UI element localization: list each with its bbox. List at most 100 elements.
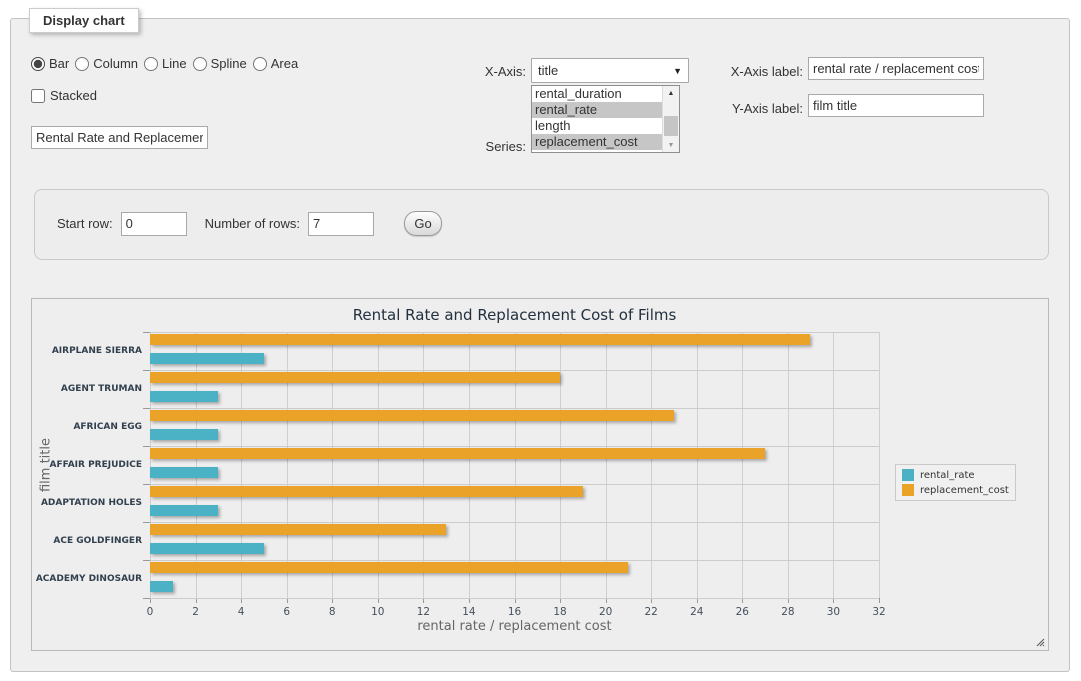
y-axis-tick [143,560,150,561]
x-axis-tick-label: 14 [462,606,475,618]
category-label: AGENT TRUMAN [32,370,142,408]
y-axis-tick [143,522,150,523]
bar-rental_rate-affair-prejudice [150,467,218,478]
x-axis-tick-label: 12 [417,606,430,618]
x-axis-tick-label: 32 [872,606,885,618]
chart-type-radio-line[interactable] [144,57,158,71]
gridline-horizontal [150,560,879,561]
x-axis-tick-label: 10 [371,606,384,618]
x-axis-tick-label: 24 [690,606,703,618]
chart-type-option-spline[interactable]: Spline [193,56,247,71]
stacked-label: Stacked [50,88,97,103]
legend-label: rental_rate [920,470,975,481]
legend-label: replacement_cost [920,485,1009,496]
bar-replacement_cost-agent-truman [150,372,560,383]
legend-item-replacement_cost: replacement_cost [902,484,1009,496]
chart-type-option-column[interactable]: Column [75,56,138,71]
category-label: AIRPLANE SIERRA [32,332,142,370]
y-axis-tick [143,598,150,599]
bar-rental_rate-airplane-sierra [150,353,264,364]
category-label: ADAPTATION HOLES [32,484,142,522]
chart-type-label: Area [271,56,298,71]
chart-type-option-area[interactable]: Area [253,56,298,71]
x-axis-tick-label: 16 [508,606,521,618]
num-rows-input[interactable] [308,212,374,236]
bar-rental_rate-ace-goldfinger [150,543,264,554]
bar-replacement_cost-african-egg [150,410,674,421]
y-axis-tick [143,446,150,447]
x-axis-tick-label: 22 [645,606,658,618]
series-option-replacement_cost[interactable]: replacement_cost [532,134,662,150]
display-chart-fieldset: Display chart BarColumnLineSplineArea St… [10,18,1070,672]
x-axis-tick [879,598,880,603]
chart-type-label: Line [162,56,187,71]
category-label: ACADEMY DINOSAUR [32,560,142,598]
chart-type-option-line[interactable]: Line [144,56,187,71]
y-axis-tick [143,370,150,371]
legend-swatch-replacement_cost [902,484,914,496]
legend-item-rental_rate: rental_rate [902,469,1009,481]
bar-rental_rate-adaptation-holes [150,505,218,516]
y-axis-label-input[interactable] [808,94,984,117]
gridline-vertical [560,332,561,598]
scroll-down-icon[interactable]: ▼ [663,138,679,152]
x-axis-tick-label: 20 [599,606,612,618]
start-row-input[interactable] [121,212,187,236]
series-scrollbar[interactable]: ▲ ▼ [662,86,679,152]
chart-type-option-bar[interactable]: Bar [31,56,69,71]
series-list-label: Series: [441,139,526,154]
gridline-horizontal [150,332,879,333]
gridline-horizontal [150,522,879,523]
gridline-horizontal [150,446,879,447]
category-label: AFRICAN EGG [32,408,142,446]
chart-type-radio-spline[interactable] [193,57,207,71]
fieldset-legend: Display chart [29,8,139,33]
gridline-vertical [833,332,834,598]
x-axis-tick-label: 26 [736,606,749,618]
y-axis-tick [143,408,150,409]
chart-title-input[interactable] [31,126,208,149]
chart-type-radio-area[interactable] [253,57,267,71]
stacked-checkbox[interactable] [31,89,45,103]
bar-replacement_cost-airplane-sierra [150,334,810,345]
x-axis-select[interactable]: title ▼ [531,58,689,83]
bar-replacement_cost-ace-goldfinger [150,524,446,535]
chart-type-radio-bar[interactable] [31,57,45,71]
x-axis-tick-label: 18 [553,606,566,618]
x-axis-label-input[interactable] [808,57,984,80]
x-axis-tick-label: 2 [192,606,199,618]
gridline-vertical [697,332,698,598]
go-button[interactable]: Go [404,211,442,236]
gridline-horizontal [150,598,879,599]
plot-area: 02468101214161820222426283032AIRPLANE SI… [150,332,879,598]
series-option-length[interactable]: length [532,118,662,134]
scrollbar-thumb[interactable] [664,116,678,136]
series-option-rental_duration[interactable]: rental_duration [532,86,662,102]
series-options: rental_durationrental_ratelengthreplacem… [532,86,662,152]
series-option-rental_rate[interactable]: rental_rate [532,102,662,118]
resize-handle-icon[interactable] [1035,637,1045,647]
chart-type-radio-column[interactable] [75,57,89,71]
gridline-horizontal [150,484,879,485]
gridline-vertical [742,332,743,598]
y-axis-label-label: Y-Axis label: [721,101,803,116]
chart-type-label: Bar [49,56,69,71]
scroll-up-icon[interactable]: ▲ [663,86,679,100]
gridline-vertical [606,332,607,598]
chart-x-axis-title: rental rate / replacement cost [150,619,879,634]
category-label: ACE GOLDFINGER [32,522,142,560]
gridline-vertical [879,332,880,598]
gridline-horizontal [150,370,879,371]
category-label: AFFAIR PREJUDICE [32,446,142,484]
chart-legend: rental_rate replacement_cost [895,464,1016,501]
y-axis-tick [143,484,150,485]
x-axis-tick-label: 6 [283,606,290,618]
legend-swatch-rental_rate [902,469,914,481]
bar-replacement_cost-affair-prejudice [150,448,765,459]
start-row-label: Start row: [57,216,113,231]
series-listbox[interactable]: rental_durationrental_ratelengthreplacem… [531,85,680,153]
x-axis-tick-label: 28 [781,606,794,618]
x-axis-tick-label: 4 [238,606,245,618]
x-axis-label-label: X-Axis label: [721,64,803,79]
gridline-vertical [788,332,789,598]
